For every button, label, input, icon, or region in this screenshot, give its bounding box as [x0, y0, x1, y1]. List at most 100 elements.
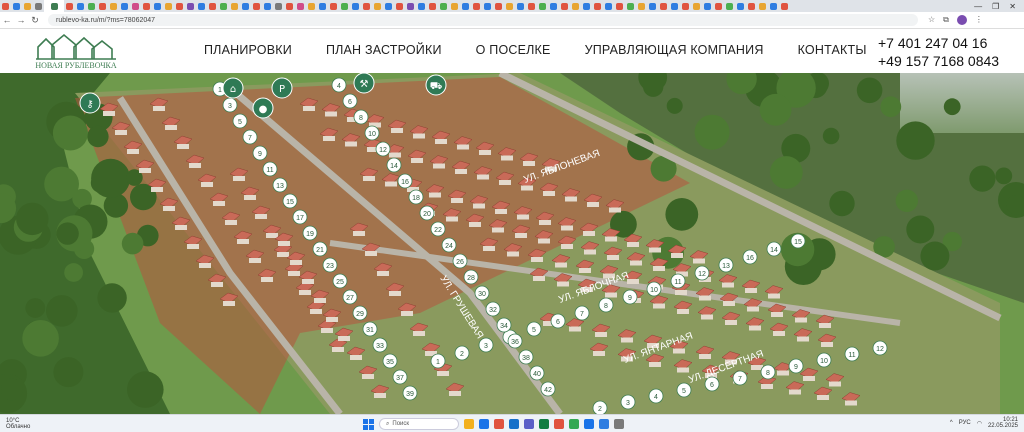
chevron-up-icon[interactable]: ^: [950, 420, 953, 426]
tab-favicon[interactable]: [198, 2, 205, 10]
tab-favicon[interactable]: [759, 2, 766, 10]
lot-d-marker[interactable]: 33: [372, 337, 388, 353]
taskbar-app-icon[interactable]: [509, 419, 519, 429]
lot-a-marker[interactable]: 1: [430, 353, 446, 369]
lot-b-marker[interactable]: 10: [816, 352, 832, 368]
lot-c-marker[interactable]: 20: [419, 205, 435, 221]
tab-favicon[interactable]: [35, 2, 42, 10]
lot-c-marker[interactable]: 28: [463, 269, 479, 285]
key-icon[interactable]: ⚷: [79, 92, 101, 114]
taskbar-app-icon[interactable]: [599, 419, 609, 429]
lot-c-marker[interactable]: 36: [507, 333, 523, 349]
tab-favicon[interactable]: [66, 2, 73, 10]
lot-a-marker[interactable]: 7: [574, 305, 590, 321]
lot-c-marker[interactable]: 8: [353, 109, 369, 125]
sport-icon[interactable]: ●: [252, 97, 274, 119]
taskbar-app-icon[interactable]: [584, 419, 594, 429]
nav-contacts[interactable]: КОНТАКТЫ: [798, 43, 867, 57]
tab-favicon[interactable]: [308, 2, 315, 10]
tab-favicon[interactable]: [429, 2, 436, 10]
extensions-icon[interactable]: ⧉: [943, 15, 949, 25]
tab-favicon[interactable]: [264, 2, 271, 10]
tab-favicon[interactable]: [231, 2, 238, 10]
tab-favicon[interactable]: [341, 2, 348, 10]
tab-favicon[interactable]: [319, 2, 326, 10]
lot-d-marker[interactable]: 19: [302, 225, 318, 241]
tab-favicon[interactable]: [748, 2, 755, 10]
lot-a-marker[interactable]: 2: [454, 345, 470, 361]
tab-favicon[interactable]: [781, 2, 788, 10]
lot-d-marker[interactable]: 25: [332, 273, 348, 289]
tab-favicon[interactable]: [407, 2, 414, 10]
lot-a-marker[interactable]: 10: [646, 281, 662, 297]
close-window-button[interactable]: ✕: [1009, 2, 1016, 11]
lot-a-marker[interactable]: 11: [670, 273, 686, 289]
tab-favicon[interactable]: [616, 2, 623, 10]
tab-favicon[interactable]: [671, 2, 678, 10]
taskbar-app-icon[interactable]: [479, 419, 489, 429]
lot-c-marker[interactable]: 30: [474, 285, 490, 301]
tab-favicon[interactable]: [374, 2, 381, 10]
aerial-site-map[interactable]: 1514161312111098765432112111098765432424…: [0, 73, 1024, 414]
lot-a-marker[interactable]: 12: [694, 265, 710, 281]
tab-favicon[interactable]: [286, 2, 293, 10]
lot-a-marker[interactable]: 16: [742, 249, 758, 265]
lot-b-marker[interactable]: 9: [788, 358, 804, 374]
wifi-icon[interactable]: ◠: [977, 420, 982, 427]
lot-c-marker[interactable]: 42: [540, 381, 556, 397]
playground-icon[interactable]: ⌂: [222, 77, 244, 99]
tab-favicon[interactable]: [396, 2, 403, 10]
tab-favicon[interactable]: [517, 2, 524, 10]
tab-favicon[interactable]: [704, 2, 711, 10]
tab-favicon[interactable]: [132, 2, 139, 10]
tab-favicon[interactable]: [528, 2, 535, 10]
lot-c-marker[interactable]: 16: [397, 173, 413, 189]
taskbar-app-icon[interactable]: [464, 419, 474, 429]
tab-favicon[interactable]: [539, 2, 546, 10]
tools-icon[interactable]: ⚒: [353, 73, 375, 94]
tab-favicon[interactable]: [495, 2, 502, 10]
nav-about[interactable]: О ПОСЕЛКЕ: [476, 43, 551, 57]
profile-avatar[interactable]: [956, 15, 967, 25]
back-icon[interactable]: ←: [0, 15, 14, 25]
tab-favicon[interactable]: [253, 2, 260, 10]
maximize-button[interactable]: ❐: [992, 2, 999, 11]
tab-favicon[interactable]: [77, 2, 84, 10]
map-canvas[interactable]: 1514161312111098765432112111098765432424…: [0, 73, 1024, 414]
lot-d-marker[interactable]: 3: [222, 97, 238, 113]
weather-widget[interactable]: 10°C Облачно: [0, 418, 60, 430]
tab-favicon[interactable]: [187, 2, 194, 10]
tab-favicon[interactable]: [473, 2, 480, 10]
tab-favicon[interactable]: [121, 2, 128, 10]
tab-favicon[interactable]: [451, 2, 458, 10]
tab-favicon[interactable]: [715, 2, 722, 10]
address-bar[interactable]: rublevo-ka.ru/m/?ms=78062047: [48, 14, 918, 26]
lot-c-marker[interactable]: 38: [518, 349, 534, 365]
lot-d-marker[interactable]: 23: [322, 257, 338, 273]
lot-c-marker[interactable]: 18: [408, 189, 424, 205]
minimize-button[interactable]: —: [974, 2, 982, 11]
lot-c-marker[interactable]: 26: [452, 253, 468, 269]
taskbar-app-icon[interactable]: [539, 419, 549, 429]
tab-favicon[interactable]: [583, 2, 590, 10]
lot-d-marker[interactable]: 37: [392, 369, 408, 385]
nav-site-plan[interactable]: ПЛАН ЗАСТРОЙКИ: [326, 43, 442, 57]
tab-favicon[interactable]: [462, 2, 469, 10]
lot-a-marker[interactable]: 15: [790, 233, 806, 249]
lot-a-marker[interactable]: 5: [526, 321, 542, 337]
lot-b-marker[interactable]: 11: [844, 346, 860, 362]
tab-favicon[interactable]: [99, 2, 106, 10]
tab-favicon[interactable]: [638, 2, 645, 10]
lot-d-marker[interactable]: 27: [342, 289, 358, 305]
phone-2[interactable]: +49 157 7168 0843: [878, 52, 999, 70]
tab-favicon[interactable]: [418, 2, 425, 10]
tab-favicon[interactable]: [385, 2, 392, 10]
lot-d-marker[interactable]: 5: [232, 113, 248, 129]
phone-1[interactable]: +7 401 247 04 16: [878, 34, 999, 52]
lot-a-marker[interactable]: 13: [718, 257, 734, 273]
lot-d-marker[interactable]: 7: [242, 129, 258, 145]
tab-favicon[interactable]: [693, 2, 700, 10]
tab-favicon[interactable]: [143, 2, 150, 10]
lot-d-marker[interactable]: 21: [312, 241, 328, 257]
taskbar-app-icon[interactable]: [614, 419, 624, 429]
